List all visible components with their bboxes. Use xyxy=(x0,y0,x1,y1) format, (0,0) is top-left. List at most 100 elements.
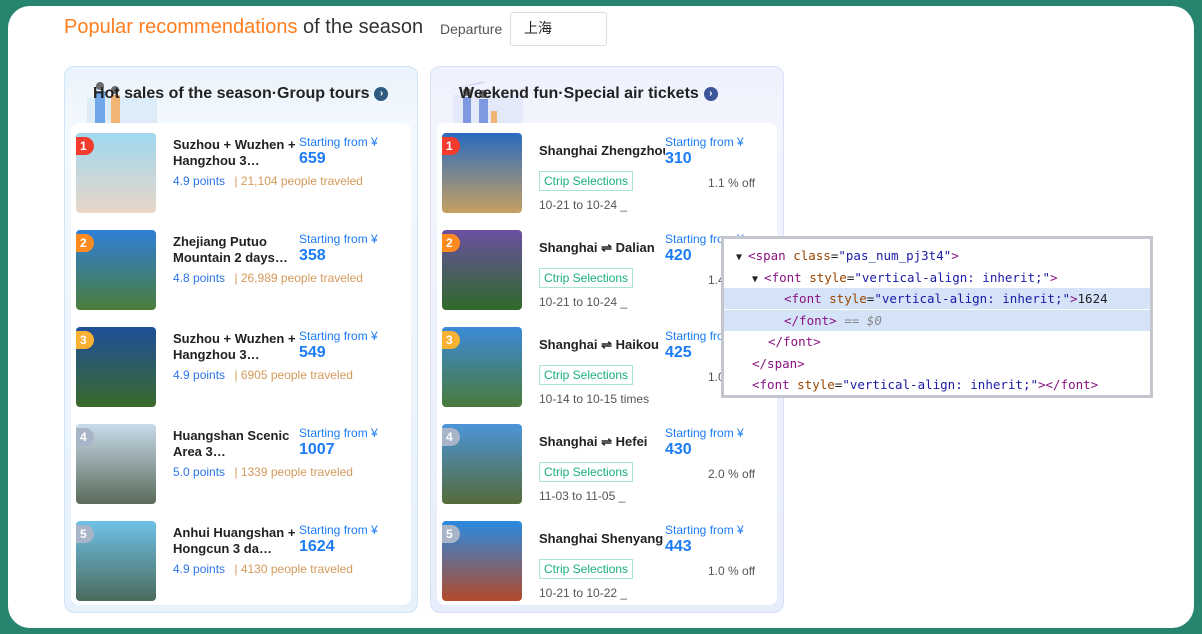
rank-badge: 2 xyxy=(442,234,460,252)
attr-name: style xyxy=(809,269,847,285)
attr-value: "pas_num_pj3t4" xyxy=(838,248,952,263)
rank-badge: 5 xyxy=(442,525,460,543)
rank-badge: 3 xyxy=(76,331,94,349)
departure-label: Departure xyxy=(440,21,503,37)
selected-marker: == $0 xyxy=(836,312,882,328)
flight-item[interactable]: 5 Shanghai Shenyang Starting from ¥443 Ctri… xyxy=(437,511,777,608)
travel-dates: 10-14 to 10-15 times xyxy=(539,392,650,406)
tour-name[interactable]: Anhui Huangshan + Hongcun 3 da… xyxy=(173,525,297,557)
tour-item[interactable]: 5 Anhui Huangshan + Hongcun 3 da… Starting… xyxy=(71,511,411,608)
flight-item[interactable]: 1 Shanghai Zhengzhou Starting from ¥310 Ctr… xyxy=(437,123,777,220)
departure-input[interactable]: 上海 xyxy=(510,12,607,46)
price: 1624 xyxy=(299,538,335,555)
starting-from-label: Starting from ¥ xyxy=(665,135,744,149)
tour-meta: 5.0 points | 1339 people traveled xyxy=(173,465,353,479)
rating-points: 4.9 points xyxy=(173,368,226,382)
attr-name: style xyxy=(829,291,867,306)
tour-name[interactable]: Suzhou + Wuzhen + Hangzhou 3… xyxy=(173,331,297,363)
price: 430 xyxy=(665,441,692,458)
dom-node-line[interactable]: ▼ <font style="vertical-align: inherit;"… xyxy=(724,267,1150,288)
ctrip-selections-tag: Ctrip Selections xyxy=(539,462,634,482)
travel-dates: 10-21 to 10-24 _ xyxy=(539,198,628,212)
expand-triangle-icon[interactable]: ▼ xyxy=(752,274,764,285)
dom-node-line[interactable]: </font> xyxy=(724,331,1150,352)
rating-points: 4.8 points xyxy=(173,271,226,285)
ctrip-selections-tag: Ctrip Selections xyxy=(539,268,634,288)
dom-node-line[interactable]: ▼ <span class="pas_num_pj3t4"> xyxy=(724,245,1150,266)
tour-meta: 4.9 points | 6905 people traveled xyxy=(173,368,353,382)
rating-points: 5.0 points xyxy=(173,465,226,479)
expand-triangle-icon[interactable]: ▼ xyxy=(736,252,748,263)
tour-image[interactable]: 5 xyxy=(76,521,156,601)
tour-image[interactable]: 3 xyxy=(76,327,156,407)
tour-name[interactable]: Zhejiang Putuo Mountain 2 days… xyxy=(173,234,297,266)
tour-image[interactable]: 4 xyxy=(76,424,156,504)
tour-item[interactable]: 2 Zhejiang Putuo Mountain 2 days… Starting… xyxy=(71,220,411,317)
travelers-count: | 26,989 people traveled xyxy=(231,271,363,285)
tag-close: ></font> xyxy=(1038,377,1099,392)
tour-name[interactable]: Huangshan Scenic Area 3… xyxy=(173,428,297,460)
price: 443 xyxy=(665,538,692,555)
attr-name: style xyxy=(797,377,835,392)
chevron-right-circle-icon: › xyxy=(374,87,389,101)
group-tours-title-link[interactable]: Hot sales of the season·Group tours › xyxy=(93,85,389,103)
starting-from-label: Starting from ¥ xyxy=(299,232,378,246)
tour-item[interactable]: 3 Suzhou + Wuzhen + Hangzhou 3… Starting f… xyxy=(71,317,411,414)
tag-text: <span xyxy=(748,248,794,263)
tour-name[interactable]: Suzhou + Wuzhen + Hangzhou 3… xyxy=(173,137,297,169)
devtools-elements-popup: ▼ <span class="pas_num_pj3t4"> ▼ <font st… xyxy=(721,236,1153,398)
flight-route[interactable]: Shanghai ⇌ Dalian xyxy=(539,240,665,256)
dom-node-line[interactable]: </span> xyxy=(724,353,1150,374)
destination-image[interactable]: 3 xyxy=(442,327,522,407)
page-title: Popular recommendations of the season xyxy=(64,16,424,38)
price: 1007 xyxy=(299,441,335,458)
rating-points: 4.9 points xyxy=(173,174,226,188)
starting-from-label: Starting from ¥ xyxy=(299,426,378,440)
text-node: 1624 xyxy=(1077,291,1108,306)
travelers-count: | 4130 people traveled xyxy=(231,562,353,576)
tour-image[interactable]: 1 xyxy=(76,133,156,213)
rank-badge: 3 xyxy=(442,331,460,349)
starting-from-label: Starting from ¥ xyxy=(299,523,378,537)
tag-close: > xyxy=(1070,291,1078,306)
dom-node-line[interactable]: <font style="vertical-align: inherit;">1… xyxy=(724,288,1150,309)
dom-node-line[interactable]: </font> == $0 xyxy=(724,309,1150,331)
destination-image[interactable]: 5 xyxy=(442,521,522,601)
attr-value: "vertical-align: inherit;" xyxy=(874,291,1070,306)
tag-close: > xyxy=(951,248,959,263)
price: 358 xyxy=(299,247,326,264)
tour-item[interactable]: 1 Suzhou + Wuzhen + Hangzhou 3… Starting f… xyxy=(71,123,411,220)
travelers-count: | 6905 people traveled xyxy=(231,368,353,382)
starting-from-label: Starting from ¥ xyxy=(299,329,378,343)
destination-image[interactable]: 2 xyxy=(442,230,522,310)
rank-badge: 4 xyxy=(442,428,460,446)
chevron-right-circle-icon: › xyxy=(703,87,718,101)
rating-points: 4.9 points xyxy=(173,562,226,576)
attr-value: "vertical-align: inherit;" xyxy=(842,377,1038,392)
flight-route[interactable]: Shanghai Shenyang xyxy=(539,531,665,546)
price: 420 xyxy=(665,247,692,264)
tour-meta: 4.8 points | 26,989 people traveled xyxy=(173,271,363,285)
air-tickets-title-link[interactable]: Weekend fun·Special air tickets › xyxy=(459,85,718,103)
rank-badge: 4 xyxy=(76,428,94,446)
tag-text: </font> xyxy=(784,312,837,328)
tag-close: > xyxy=(1050,269,1058,285)
flight-item[interactable]: 4 Shanghai ⇌ Hefei Starting from ¥430 Ctrip… xyxy=(437,414,777,511)
flight-route[interactable]: Shanghai ⇌ Hefei xyxy=(539,434,665,450)
attr-value: "vertical-align: inherit;" xyxy=(854,269,1051,285)
travelers-count: | 21,104 people traveled xyxy=(231,174,363,188)
tour-item[interactable]: 4 Huangshan Scenic Area 3… Starting from ¥… xyxy=(71,414,411,511)
travel-dates: 10-21 to 10-22 _ xyxy=(539,586,628,600)
flight-route[interactable]: Shanghai Zhengzhou xyxy=(539,143,665,158)
discount: 1.0 % off xyxy=(708,564,756,578)
tours-list: 1 Suzhou + Wuzhen + Hangzhou 3… Starting f… xyxy=(71,123,411,605)
tour-image[interactable]: 2 xyxy=(76,230,156,310)
flight-route[interactable]: Shanghai ⇌ Haikou xyxy=(539,337,665,353)
starting-from-label: Starting fro xyxy=(665,329,724,343)
destination-image[interactable]: 1 xyxy=(442,133,522,213)
tag-text: <font xyxy=(764,269,810,285)
destination-image[interactable]: 4 xyxy=(442,424,522,504)
rank-badge: 1 xyxy=(442,137,460,155)
group-tours-card: Hot sales of the season·Group tours › 1 Su… xyxy=(64,66,418,613)
dom-node-line[interactable]: <font style="vertical-align: inherit;"><… xyxy=(724,374,1150,395)
